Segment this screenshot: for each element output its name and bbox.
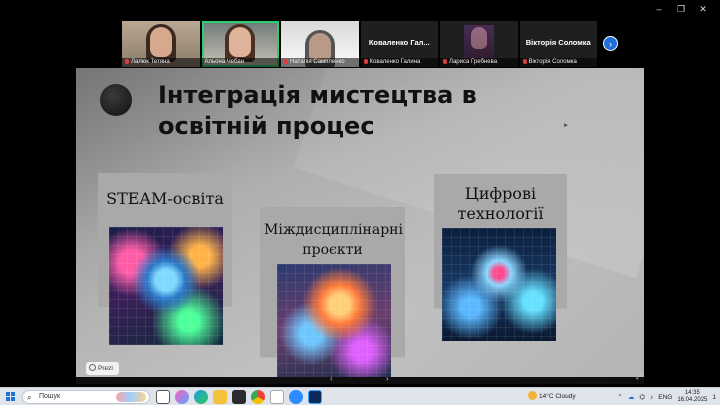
presentation-nav-bar: ‹ › ⤢ [76,374,644,384]
file-explorer-icon[interactable] [213,390,227,404]
prezi-badge[interactable]: Prezi [86,362,119,375]
clock[interactable]: 14:35 16.04.2025 [677,390,707,404]
participant-strip: Лалюк Тетяна Альона Чебан Наталія Сампле… [122,21,597,67]
minimize-button[interactable]: – [648,4,670,14]
prezi-icon [89,364,96,371]
participant-caption: Альона Чебан [201,58,279,67]
zoom-icon[interactable] [289,390,303,404]
participant-display-name: Коваленко Гал... [368,38,430,47]
card-interdisciplinary: Міждисциплінарні проєкти [260,207,405,380]
tray-overflow-icon[interactable]: ⌃ [617,393,622,401]
participant-face [229,27,252,57]
clock-time: 14:35 [684,390,700,396]
restore-button[interactable]: ❐ [670,4,692,14]
search-decor-image [116,392,146,402]
search-icon: ⌕ [27,393,32,402]
taskbar: ⌕ Пошук 14°C Cloudy ⌃ ☁ ⌬ ♪ ENG 14:35 16… [0,387,720,405]
card-label: Міждисциплінарні проєкти [264,222,403,258]
weather-text: 14°C Cloudy [539,393,576,400]
next-slide-button[interactable]: › [386,374,389,383]
language-indicator[interactable]: ENG [658,394,672,401]
card-label: Цифрові технології [457,184,544,223]
windows-start-button[interactable] [6,392,15,401]
participant-tile[interactable]: Вікторія Соломка Вікторія Соломка [519,21,597,67]
onedrive-icon[interactable]: ☁ [628,393,635,401]
store-icon[interactable] [232,390,246,404]
mic-muted-icon [125,59,129,64]
participant-tile[interactable]: Наталія Сампленко [281,21,359,67]
network-icon[interactable]: ⌬ [639,393,645,401]
participant-background [464,25,494,59]
interdisciplinary-projects-illustration [277,264,391,380]
search-placeholder: Пошук [39,393,61,400]
speaker-icon[interactable]: ♪ [650,394,653,401]
close-button[interactable]: ✕ [692,4,714,14]
fullscreen-icon[interactable]: ⤢ [636,374,642,382]
participant-display-name: Вікторія Соломка [525,38,591,47]
card-digital: Цифрові технології [434,174,567,341]
participant-name: Лалюк Тетяна [131,59,170,65]
previous-slide-button[interactable]: ‹ [330,374,333,383]
notification-badge[interactable]: 1 [712,394,716,401]
participant-name: Вікторія Соломка [528,59,577,65]
next-participants-button[interactable]: › [603,36,618,51]
participant-name: Наталія Сампленко [290,59,345,65]
mic-muted-icon [522,59,527,64]
card-label: STEAM-освіта [106,189,224,208]
participant-tile[interactable]: Коваленко Гал... Коваленко Галина [360,21,438,67]
task-view-icon[interactable] [156,390,170,404]
participant-tile[interactable]: Лариса Гребнева [440,21,518,67]
participant-name: Коваленко Галина [369,59,421,65]
participant-tile-active-speaker[interactable]: Альона Чебан [201,21,279,67]
participant-name: Лариса Гребнева [449,59,498,65]
window-controls: – ❐ ✕ [648,4,714,14]
steam-education-illustration [109,227,223,345]
card-steam: STEAM-освіта [98,173,232,345]
system-tray: ⌃ ☁ ⌬ ♪ ENG 14:35 16.04.2025 1 [617,389,716,405]
photoshop-icon[interactable] [308,390,322,404]
participant-tile[interactable]: Лалюк Тетяна [122,21,200,67]
taskbar-search[interactable]: ⌕ Пошук [22,390,150,404]
weather-icon [528,391,537,400]
digital-technologies-illustration [442,228,556,341]
copilot-icon[interactable] [175,390,189,404]
clock-date: 16.04.2025 [677,397,708,403]
prezi-label: Prezi [98,365,113,372]
screen: – ❐ ✕ Лалюк Тетяна Альона Чебан Наталія … [0,0,720,405]
weather-widget[interactable]: 14°C Cloudy [528,391,576,400]
mic-muted-icon [284,59,288,64]
mic-muted-icon [363,59,368,64]
taskbar-apps [156,390,322,404]
participant-name: Альона Чебан [204,59,245,65]
slide-decor-circle [100,84,132,116]
mic-muted-icon [443,59,447,64]
presentation-slide: Інтеграція мистецтва в освітній процес S… [76,68,644,384]
edge-icon[interactable] [194,390,208,404]
participant-caption: Коваленко Галина [360,58,438,67]
chrome-icon[interactable] [251,390,265,404]
slide-title: Інтеграція мистецтва в освітній процес [158,81,477,140]
mouse-cursor-icon: ➤ [563,123,569,129]
participant-caption: Лариса Гребнева [440,58,518,67]
participant-caption: Вікторія Соломка [519,58,597,67]
participant-caption: Наталія Сампленко [281,58,359,67]
participant-face [149,27,172,57]
participant-caption: Лалюк Тетяна [122,58,200,67]
paint-icon[interactable] [270,390,284,404]
